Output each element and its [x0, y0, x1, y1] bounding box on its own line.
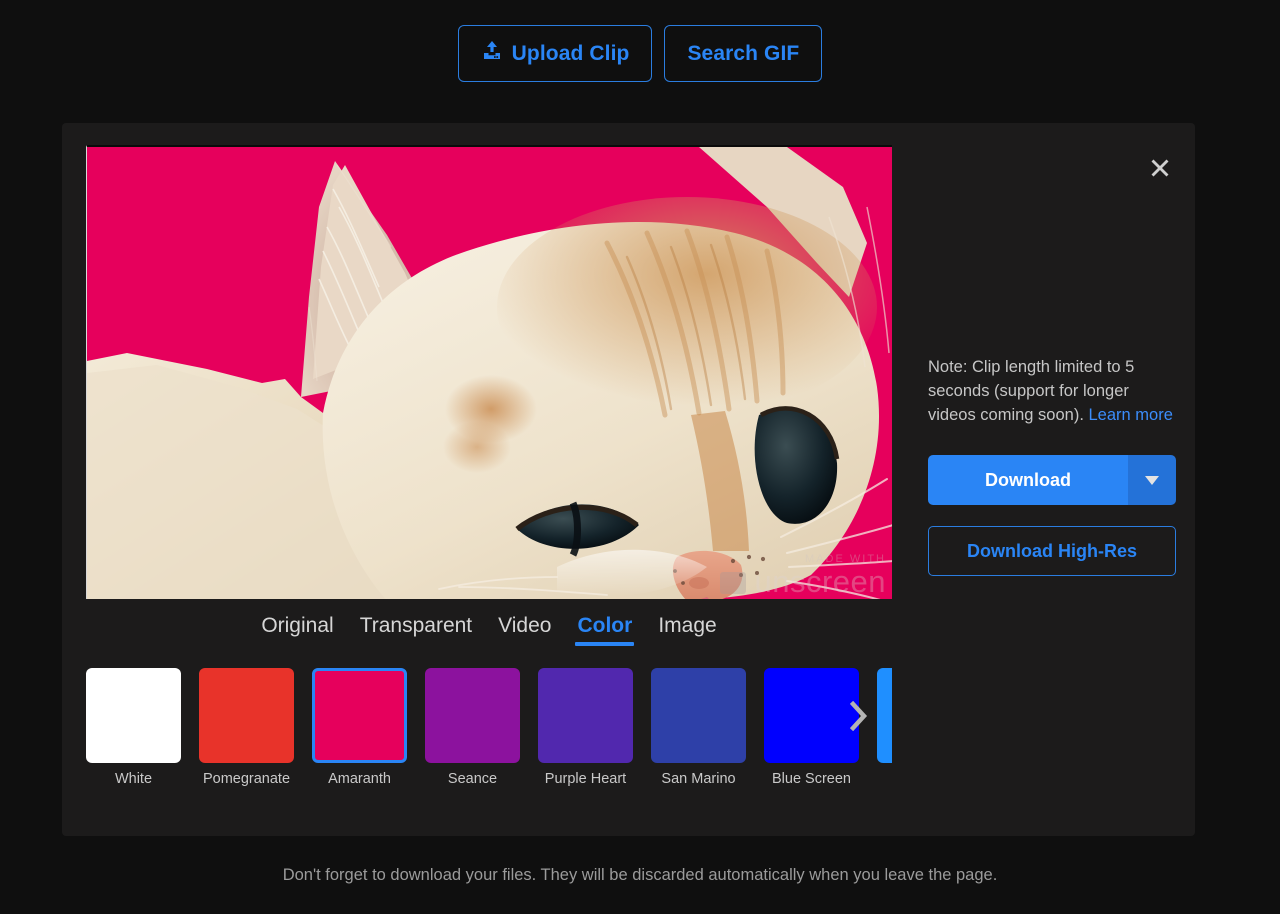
- upload-icon: [481, 40, 503, 68]
- close-icon[interactable]: [1143, 151, 1177, 185]
- search-gif-button[interactable]: Search GIF: [664, 25, 822, 82]
- swatch-label: San Marino: [661, 771, 735, 787]
- chevron-right-icon[interactable]: [844, 698, 874, 734]
- download-rail: Note: Clip length limited to 5 seconds (…: [928, 355, 1176, 576]
- swatch-label: Amaranth: [328, 771, 391, 787]
- swatch-chip[interactable]: [877, 668, 892, 763]
- swatch-chip[interactable]: [538, 668, 633, 763]
- search-gif-label: Search GIF: [687, 42, 799, 66]
- swatch-san-marino[interactable]: San Marino: [651, 668, 746, 787]
- swatch-pomegranate[interactable]: Pomegranate: [199, 668, 294, 787]
- swatch-amaranth[interactable]: Amaranth: [312, 668, 407, 787]
- tab-image[interactable]: Image: [656, 610, 718, 650]
- download-button[interactable]: Download: [928, 455, 1128, 505]
- clip-length-note: Note: Clip length limited to 5 seconds (…: [928, 355, 1176, 427]
- cat-photo: [87, 147, 892, 599]
- color-swatch-track: White Pomegranate Amaranth Seance Purple…: [86, 668, 892, 787]
- tab-video[interactable]: Video: [496, 610, 553, 650]
- swatch-chip[interactable]: [199, 668, 294, 763]
- swatch-label: Blue Screen: [772, 771, 851, 787]
- swatch-chip[interactable]: [425, 668, 520, 763]
- tab-original[interactable]: Original: [259, 610, 335, 650]
- preview-stage: MADE WITH unscreen: [86, 145, 892, 599]
- swatch-label: White: [115, 771, 152, 787]
- swatch-label: Pomegranate: [203, 771, 290, 787]
- color-swatch-strip: White Pomegranate Amaranth Seance Purple…: [86, 668, 892, 793]
- tab-transparent[interactable]: Transparent: [358, 610, 474, 650]
- upload-clip-button[interactable]: Upload Clip: [458, 25, 653, 82]
- download-button-group[interactable]: Download: [928, 455, 1176, 505]
- background-mode-tabs: Original Transparent Video Color Image: [86, 610, 892, 650]
- editor-card: MADE WITH unscreen Note: Clip length lim…: [62, 123, 1195, 836]
- swatch-chip[interactable]: [312, 668, 407, 763]
- swatch-chip[interactable]: [651, 668, 746, 763]
- swatch-purple-heart[interactable]: Purple Heart: [538, 668, 633, 787]
- top-action-bar: Upload Clip Search GIF: [0, 0, 1280, 82]
- swatch-next-partial[interactable]: [877, 668, 892, 771]
- swatch-label: Purple Heart: [545, 771, 626, 787]
- learn-more-link[interactable]: Learn more: [1089, 406, 1173, 424]
- swatch-chip[interactable]: [86, 668, 181, 763]
- tab-color[interactable]: Color: [575, 610, 634, 650]
- download-high-res-button[interactable]: Download High-Res: [928, 526, 1176, 576]
- upload-clip-label: Upload Clip: [512, 42, 630, 66]
- swatch-label: Seance: [448, 771, 497, 787]
- chevron-down-icon[interactable]: [1128, 455, 1176, 505]
- swatch-seance[interactable]: Seance: [425, 668, 520, 787]
- swatch-white[interactable]: White: [86, 668, 181, 787]
- discard-warning: Don't forget to download your files. The…: [0, 866, 1280, 885]
